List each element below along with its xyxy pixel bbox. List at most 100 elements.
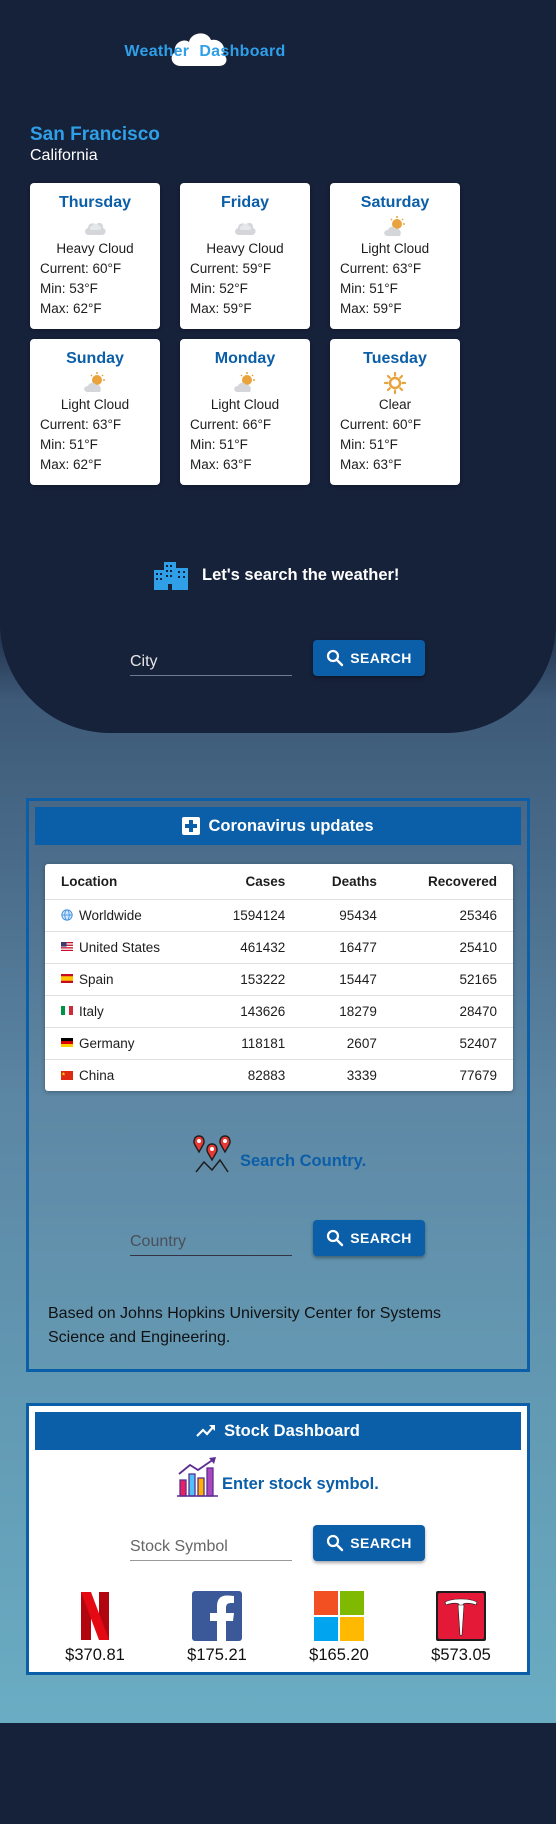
country-input[interactable]	[130, 1228, 292, 1256]
forecast-condition: Light Cloud	[360, 241, 430, 256]
stock-search-label: SEARCH	[350, 1535, 412, 1551]
light-cloud-icon	[384, 216, 405, 236]
forecast-max: Max: 59°F	[190, 301, 252, 316]
app-title-word-1: Weather	[124, 43, 190, 60]
deaths-cell: 3339	[346, 1067, 377, 1083]
stock-tile-tesla[interactable]: $573.05	[421, 1590, 501, 1665]
forecast-min: Min: 51°F	[340, 281, 398, 296]
stock-tile-facebook[interactable]: $175.21	[177, 1590, 257, 1665]
forecast-condition: Clear	[378, 397, 412, 412]
app-title-word-2: Dashboard	[199, 43, 286, 60]
forecast-condition: Light Cloud	[60, 397, 130, 412]
forecast-day: Monday	[214, 350, 276, 367]
recovered-cell: 77679	[459, 1067, 497, 1083]
table-row: United States 461432 16477 25410	[45, 931, 513, 964]
stock-tile-netflix[interactable]: $370.81	[55, 1590, 135, 1665]
forecast-card: Saturday Light Cloud Current: 63°F Min: …	[330, 183, 460, 329]
forecast-card: Sunday Light Cloud Current: 63°F Min: 51…	[30, 339, 160, 485]
bar-chart-icon	[177, 1457, 218, 1497]
table-header-row: Location Cases Deaths Recovered	[45, 864, 513, 900]
weather-search-button[interactable]: SEARCH	[313, 640, 425, 676]
medical-cross-icon	[182, 817, 201, 835]
forecast-condition: Heavy Cloud	[56, 241, 134, 256]
city-buildings-icon	[154, 562, 188, 590]
forecast-current: Current: 66°F	[190, 417, 272, 432]
location-cell: Spain	[45, 963, 201, 996]
forecast-min: Min: 51°F	[190, 437, 248, 452]
spain-flag-icon	[61, 974, 73, 984]
location-name: Italy	[79, 1003, 104, 1019]
forecast-day: Thursday	[58, 194, 131, 211]
stock-search-button[interactable]: SEARCH	[313, 1525, 425, 1561]
us-flag-icon	[61, 942, 73, 952]
map-pins-icon	[193, 1135, 231, 1173]
forecast-current: Current: 60°F	[340, 417, 422, 432]
heavy-cloud-icon	[235, 222, 256, 235]
forecast-max: Max: 63°F	[340, 457, 402, 472]
cases-cell: 461432	[200, 931, 302, 964]
country-search-button[interactable]: SEARCH	[313, 1220, 425, 1256]
stock-price: $370.81	[65, 1646, 125, 1664]
table-row: Germany 118181 2607 52407	[45, 1027, 513, 1060]
forecast-condition: Heavy Cloud	[206, 241, 284, 256]
location-cell: United States	[45, 931, 201, 964]
city-input[interactable]	[130, 648, 292, 676]
forecast-min: Min: 51°F	[40, 437, 98, 452]
search-icon	[327, 1229, 344, 1247]
netflix-logo-icon	[81, 1592, 109, 1640]
location-cell: China	[45, 1059, 201, 1091]
sun-icon	[383, 372, 407, 394]
forecast-max: Max: 62°F	[40, 301, 102, 316]
stock-symbol-input[interactable]	[130, 1533, 292, 1561]
heavy-cloud-icon	[85, 222, 106, 235]
covid-table: Location Cases Deaths Recovered Worldwid…	[45, 864, 513, 1091]
column-header-recovered: Recovered	[392, 864, 513, 900]
app-title: Weather Dashboard	[0, 22, 410, 82]
deaths-cell: 18279	[301, 995, 393, 1028]
microsoft-logo-icon	[314, 1591, 364, 1641]
column-header-location: Location	[45, 864, 201, 900]
weather-search-label: SEARCH	[350, 650, 412, 666]
china-flag-icon	[61, 1070, 73, 1080]
cases-cell: 1594124	[200, 899, 302, 932]
recovered-cell: 25346	[392, 899, 513, 932]
forecast-current: Current: 63°F	[40, 417, 122, 432]
forecast-condition: Light Cloud	[210, 397, 280, 412]
table-row: Spain 153222 15447 52165	[45, 963, 513, 996]
forecast-card: Friday Heavy Cloud Current: 59°F Min: 52…	[180, 183, 310, 329]
footer-bar	[0, 1723, 556, 1824]
location-cell: Germany	[45, 1027, 201, 1060]
forecast-max: Max: 62°F	[40, 457, 102, 472]
stock-header: Stock Dashboard	[35, 1412, 521, 1450]
table-row: Worldwide 1594124 95434 25346	[45, 899, 513, 932]
forecast-min: Min: 52°F	[190, 281, 248, 296]
forecast-current: Current: 60°F	[40, 261, 122, 276]
forecast-max: Max: 63°F	[190, 457, 252, 472]
forecast-card: Monday Light Cloud Current: 66°F Min: 51…	[180, 339, 310, 485]
italy-flag-icon	[61, 1006, 73, 1016]
stock-tile-microsoft[interactable]: $165.20	[299, 1590, 379, 1665]
forecast-current: Current: 63°F	[340, 261, 422, 276]
table-row: China 82883 3339 77679	[45, 1059, 513, 1091]
forecast-day: Tuesday	[363, 350, 427, 367]
data-source-note: Based on Johns Hopkins University Center…	[48, 1305, 442, 1346]
forecast-day: Saturday	[360, 194, 430, 211]
location-name: China	[79, 1067, 115, 1083]
location-name: Worldwide	[79, 907, 142, 923]
trending-up-icon	[196, 1425, 216, 1437]
column-header-cases: Cases	[200, 864, 302, 900]
globe-icon	[61, 909, 73, 921]
forecast-card: Thursday Heavy Cloud Current: 60°F Min: …	[30, 183, 160, 329]
recovered-cell: 52165	[392, 963, 513, 996]
covid-header: Coronavirus updates	[35, 807, 521, 845]
deaths-cell: 2607	[301, 1027, 393, 1060]
recovered-cell: 52407	[392, 1027, 513, 1060]
location-name: Spain	[79, 971, 114, 987]
weather-search-banner: Let's search the weather!	[152, 560, 399, 590]
location-cell: Worldwide	[45, 899, 201, 932]
forecast-card: Tuesday Clear Current: 60°F Min: 51°F Ma…	[330, 339, 460, 485]
germany-flag-icon	[61, 1038, 73, 1048]
recovered-cell: 25410	[392, 931, 513, 964]
stock-title: Stock Dashboard	[224, 1421, 360, 1440]
cases-cell: 118181	[200, 1027, 302, 1060]
